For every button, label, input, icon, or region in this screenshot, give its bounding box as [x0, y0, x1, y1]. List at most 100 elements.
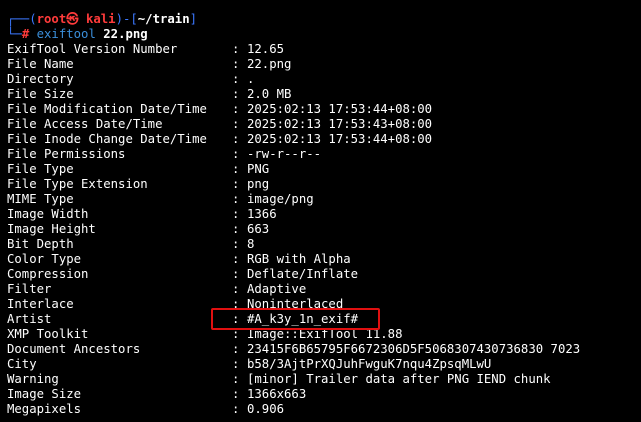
prompt-suffix: ] — [189, 12, 198, 26]
exif-key: File Inode Change Date/Time — [7, 132, 207, 146]
exif-row: Compression: Deflate/Inflate — [7, 267, 637, 282]
exif-row: MIME Type: image/png — [7, 192, 637, 207]
exif-value: 22.png — [247, 57, 292, 71]
exif-separator: : — [232, 252, 240, 266]
exif-separator: : — [232, 132, 240, 146]
exif-row: Color Type: RGB with Alpha — [7, 252, 637, 267]
exif-value: PNG — [247, 162, 270, 176]
exif-key: MIME Type — [7, 192, 74, 206]
exif-value: Adaptive — [247, 282, 307, 296]
exif-row: Filter: Adaptive — [7, 282, 637, 297]
exif-key: Interlace — [7, 297, 74, 311]
exif-separator: : — [232, 72, 240, 86]
exif-key: Image Size — [7, 387, 82, 401]
exif-separator: : — [232, 237, 240, 251]
exif-key: ExifTool Version Number — [7, 42, 178, 56]
exif-row: File Permissions: -rw-r--r-- — [7, 147, 637, 162]
exif-row: Bit Depth:8 — [7, 237, 637, 252]
exif-value: 23415F6B65795F6672306D5F5068307430736830… — [247, 342, 581, 356]
exif-key: File Access Date/Time — [7, 117, 163, 131]
exif-separator: : — [232, 177, 240, 191]
exif-value: . — [247, 72, 255, 86]
exif-row: ExifTool Version Number:12.65 — [7, 42, 637, 57]
exif-value: 2025:02:13 17:53:43+08:00 — [247, 117, 433, 131]
exif-key: Bit Depth — [7, 237, 74, 251]
exif-separator: : — [232, 192, 240, 206]
exif-key: Compression — [7, 267, 89, 281]
exif-key: File Type Extension — [7, 177, 148, 191]
exif-separator: : — [232, 342, 240, 356]
exif-row: Document Ancestors:23415F6B65795F6672306… — [7, 342, 637, 357]
exif-separator: : — [232, 117, 240, 131]
exif-separator: : — [232, 102, 240, 116]
terminal-window[interactable]: ┌──(root㉿ kali)-[~/train] └─# exiftool 2… — [0, 0, 641, 422]
exif-row: File Type Extension: png — [7, 177, 637, 192]
exif-value: 1366x663 — [247, 387, 307, 401]
exif-value: 2025:02:13 17:53:44+08:00 — [247, 102, 433, 116]
exif-value: 663 — [247, 222, 270, 236]
exif-value: 0.906 — [247, 402, 285, 416]
exif-value: 12.65 — [247, 42, 285, 56]
exif-row: Warning: [minor] Trailer data after PNG I… — [7, 372, 637, 387]
exif-separator: : — [232, 402, 240, 416]
exif-value: b58/3AjtPrXQJuhFwguK7nqu4ZpsqMLwU — [247, 357, 492, 371]
exif-key: City — [7, 357, 37, 371]
exif-row: Directory:. — [7, 72, 637, 87]
exif-row: Image Width:1366 — [7, 207, 637, 222]
prompt-line-1: ┌──(root㉿ kali)-[~/train] — [7, 12, 197, 27]
exif-key: Image Height — [7, 222, 96, 236]
exif-separator: : — [232, 282, 240, 296]
exif-key: XMP Toolkit — [7, 327, 89, 341]
exif-key: File Modification Date/Time — [7, 102, 207, 116]
prompt-mid: )-[ — [115, 12, 138, 26]
exif-value: Deflate/Inflate — [247, 267, 359, 281]
exif-separator: : — [232, 207, 240, 221]
exif-separator: : — [232, 267, 240, 281]
exif-row: File Modification Date/Time:2025:02:13 1… — [7, 102, 637, 117]
prompt-user-host: root㉿ kali — [36, 12, 116, 26]
exif-key: Artist — [7, 312, 52, 326]
exif-value: -rw-r--r-- — [247, 147, 322, 161]
prompt-line-2: └─# exiftool 22.png — [7, 27, 148, 42]
exif-separator: : — [232, 222, 240, 236]
exif-key: File Type — [7, 162, 74, 176]
command-name: exiftool — [36, 27, 96, 41]
exif-key: Document Ancestors — [7, 342, 141, 356]
exif-separator: : — [232, 162, 240, 176]
exif-separator: : — [232, 87, 240, 101]
exif-value: 2025:02:13 17:53:44+08:00 — [247, 132, 433, 146]
exif-key: File Permissions — [7, 147, 126, 161]
exif-key: Megapixels — [7, 402, 82, 416]
exif-value: 8 — [247, 237, 255, 251]
exif-value: [minor] Trailer data after PNG IEND chun… — [247, 372, 551, 386]
prompt-path: ~/train — [137, 12, 190, 26]
exif-separator: : — [232, 372, 240, 386]
exif-key: File Name — [7, 57, 74, 71]
prompt-hash: # — [21, 27, 30, 41]
exif-value: png — [247, 177, 270, 191]
exif-value: RGB with Alpha — [247, 252, 351, 266]
exif-separator: : — [232, 387, 240, 401]
exif-key: Image Width — [7, 207, 89, 221]
exif-row: File Access Date/Time:2025:02:13 17:53:4… — [7, 117, 637, 132]
exif-key: Directory — [7, 72, 74, 86]
exif-key: Color Type — [7, 252, 82, 266]
exif-separator: : — [232, 357, 240, 371]
exif-separator: : — [232, 57, 240, 71]
exif-key: Warning — [7, 372, 59, 386]
exif-separator: : — [232, 147, 240, 161]
exif-value: 2.0 MB — [247, 87, 292, 101]
exif-row: City: b58/3AjtPrXQJuhFwguK7nqu4ZpsqMLwU — [7, 357, 637, 372]
exif-key: File Size — [7, 87, 74, 101]
artist-highlight-box — [211, 308, 380, 330]
exif-row: File Size:2.0 MB — [7, 87, 637, 102]
exif-value: image/png — [247, 192, 314, 206]
prompt-prefix: ┌──( — [7, 12, 37, 26]
exif-row: Image Size:1366x663 — [7, 387, 637, 402]
command-argument: 22.png — [103, 27, 148, 41]
exif-row: File Name:22.png — [7, 57, 637, 72]
prompt-corner: └─ — [7, 27, 22, 41]
exif-row: Megapixels:0.906 — [7, 402, 637, 417]
exif-row: File Type: PNG — [7, 162, 637, 177]
exif-key: Filter — [7, 282, 52, 296]
